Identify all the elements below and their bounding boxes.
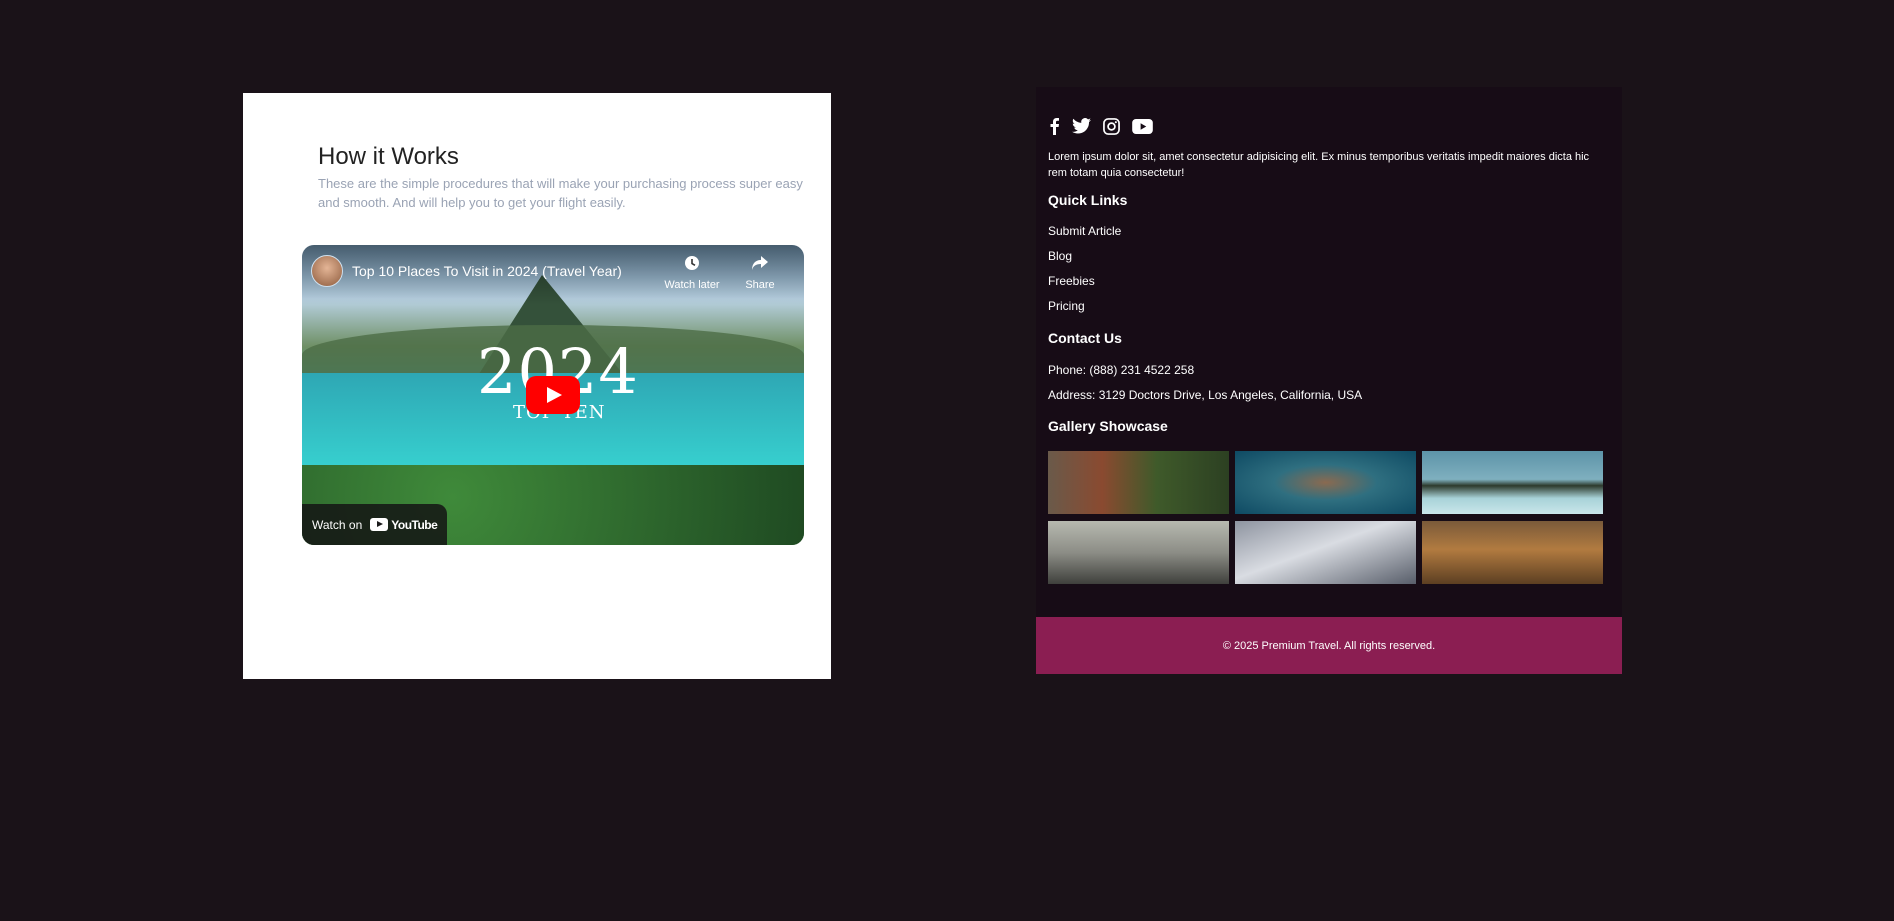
copyright-bar: © 2025 Premium Travel. All rights reserv… xyxy=(1036,617,1622,674)
contact-info: Phone: (888) 231 4522 258 Address: 3129 … xyxy=(1048,363,1362,413)
share-button[interactable]: Share xyxy=(730,255,790,291)
channel-avatar[interactable] xyxy=(311,255,343,287)
contact-address: Address: 3129 Doctors Drive, Los Angeles… xyxy=(1048,388,1363,402)
contact-us-title: Contact Us xyxy=(1048,330,1122,346)
gallery-photo-island-bungalows[interactable] xyxy=(1422,451,1603,514)
gallery-grid xyxy=(1048,451,1606,584)
copyright-text: © 2025 Premium Travel. All rights reserv… xyxy=(1222,639,1436,652)
gallery-photo-old-street[interactable] xyxy=(1048,451,1229,514)
video-title[interactable]: Top 10 Places To Visit in 2024 (Travel Y… xyxy=(352,263,622,279)
gallery-photo-aqueduct[interactable] xyxy=(1422,521,1603,584)
watch-on-youtube-button[interactable]: Watch on YouTube xyxy=(302,504,448,545)
quick-link-pricing[interactable]: Pricing xyxy=(1048,299,1121,324)
contact-phone: Phone: (888) 231 4522 258 xyxy=(1048,363,1195,377)
youtube-logo-icon xyxy=(370,518,389,531)
share-label: Share xyxy=(745,279,775,291)
youtube-logo: YouTube xyxy=(370,518,438,532)
instagram-icon[interactable] xyxy=(1103,117,1120,135)
clock-icon xyxy=(662,255,722,277)
share-arrow-icon xyxy=(730,255,790,277)
quick-links-list: Submit Article Blog Freebies Pricing xyxy=(1048,224,1121,324)
gallery-photo-snowy-mountain[interactable] xyxy=(1235,521,1416,584)
facebook-icon[interactable] xyxy=(1048,117,1060,135)
youtube-video-embed[interactable]: Top 10 Places To Visit in 2024 (Travel Y… xyxy=(302,245,804,545)
gallery-photo-bridge[interactable] xyxy=(1048,521,1229,584)
watch-on-label: Watch on xyxy=(312,517,363,532)
section-description: These are the simple procedures that wil… xyxy=(318,176,803,210)
quick-link-submit-article[interactable]: Submit Article xyxy=(1048,224,1121,249)
watch-later-button[interactable]: Watch later xyxy=(662,255,722,291)
quick-link-blog[interactable]: Blog xyxy=(1048,249,1121,274)
social-links xyxy=(1048,117,1153,135)
youtube-icon[interactable] xyxy=(1132,118,1153,134)
quick-links-title: Quick Links xyxy=(1048,192,1128,208)
gallery-showcase-title: Gallery Showcase xyxy=(1048,418,1168,434)
site-footer: Lorem ipsum dolor sit, amet consectetur … xyxy=(1036,87,1622,674)
quick-link-freebies[interactable]: Freebies xyxy=(1048,274,1121,299)
watch-later-label: Watch later xyxy=(664,279,720,291)
section-title: How it Works xyxy=(318,143,459,170)
footer-about-text: Lorem ipsum dolor sit, amet consectetur … xyxy=(1048,151,1590,179)
twitter-icon[interactable] xyxy=(1072,118,1091,134)
gallery-photo-coastline[interactable] xyxy=(1235,451,1416,514)
how-it-works-card: How it Works These are the simple proced… xyxy=(243,93,831,679)
play-icon[interactable] xyxy=(526,376,580,414)
